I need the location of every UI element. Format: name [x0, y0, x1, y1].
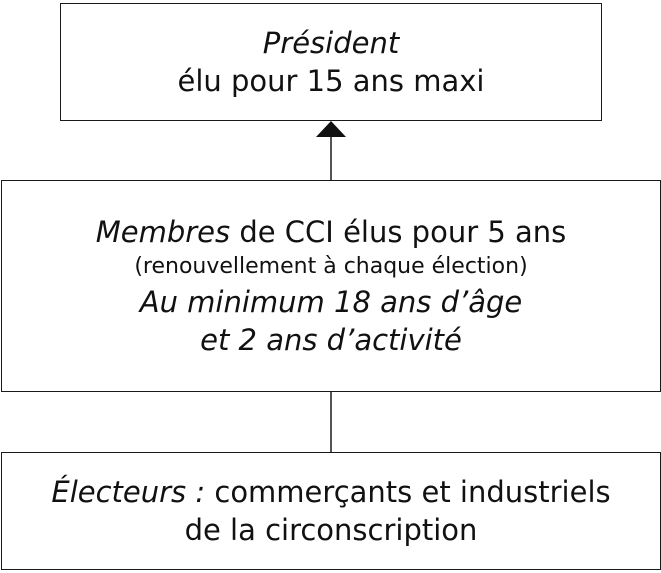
membres-condition-age: Au minimum 18 ans d’âge	[139, 285, 523, 319]
president-title: Président	[262, 26, 400, 60]
electeurs-title: Électeurs :	[51, 475, 206, 509]
president-subtitle: élu pour 15 ans maxi	[177, 64, 485, 98]
electeurs-title-rest: commerçants et industriels	[205, 475, 611, 509]
electeurs-box: Électeurs : commerçants et industriels d…	[1, 452, 661, 570]
membres-note: (renouvellement à chaque élection)	[134, 254, 528, 279]
membres-heading: Membres de CCI élus pour 5 ans	[96, 213, 567, 251]
membres-title-rest: de CCI élus pour 5 ans	[230, 215, 567, 249]
electeurs-line2: de la circonscription	[184, 513, 478, 547]
electeurs-heading: Électeurs : commerçants et industriels	[51, 473, 610, 511]
membres-box: Membres de CCI élus pour 5 ans (renouvel…	[1, 180, 661, 392]
president-box: Président élu pour 15 ans maxi	[60, 3, 602, 121]
membres-condition-activite: et 2 ans d’activité	[200, 323, 462, 357]
arrowhead-up-icon	[316, 121, 346, 137]
membres-title: Membres	[95, 215, 231, 249]
